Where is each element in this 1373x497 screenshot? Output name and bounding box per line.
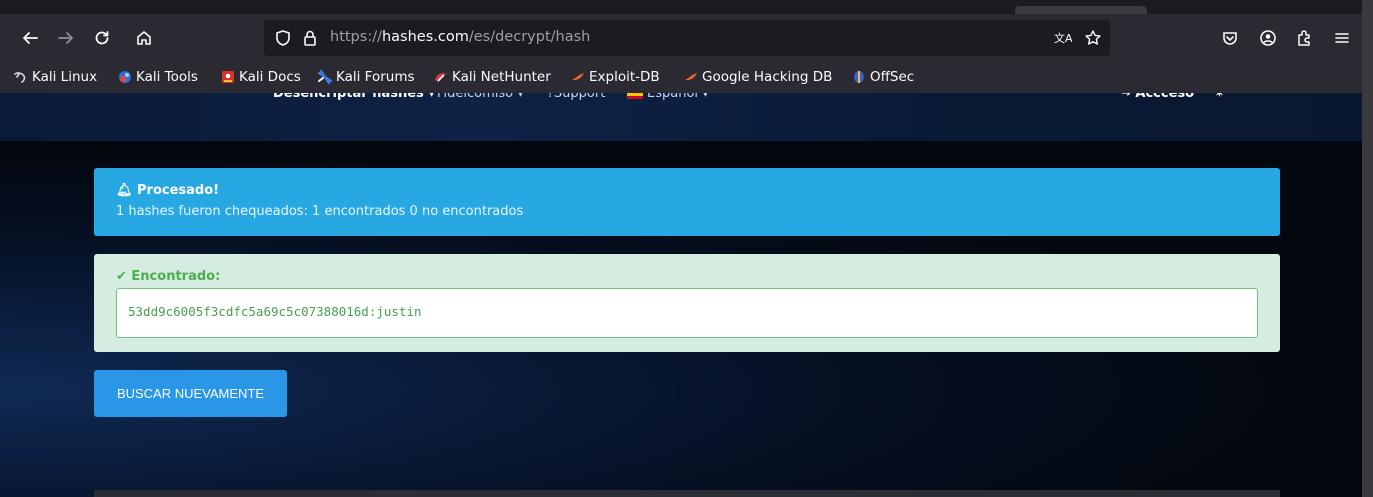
processed-alert-message: 1 hashes fueron chequeados: 1 encontrado… [116,204,524,219]
kali-dragon-icon [14,72,26,83]
nav-support[interactable]: ?Support [547,93,605,101]
url-path: /es/decrypt/hash [468,29,591,45]
exploit-db-icon [572,73,584,81]
bookmark-label: Exploit-DB [589,69,660,85]
translate-icon[interactable]: 文A [1054,29,1072,47]
processed-alert-title: 🔔︎ Procesado! [116,183,219,198]
bookmark-kali-linux[interactable]: Kali Linux [14,67,97,87]
site-navbar: Desencriptar hashes ▾ Fideicomiso ▾ ?Sup… [0,93,1362,141]
bookmark-label: Kali Forums [336,69,415,85]
browser-window: https://hashes.com/es/decrypt/hash 文A Ka… [0,0,1362,497]
bookmarks-toolbar: Kali Linux Kali Tools Kali Docs Kali For… [0,62,1362,93]
bookmark-label: Kali Tools [136,69,198,85]
kali-docs-icon [222,71,234,83]
url-host: hashes.com [381,29,469,45]
menu-button[interactable] [1328,24,1356,52]
lock-icon[interactable] [301,29,319,47]
processed-title-text: Procesado! [137,183,220,198]
pocket-button[interactable] [1216,24,1244,52]
account-icon [1260,30,1276,46]
window-border [1362,0,1373,497]
found-title-text: Encontrado: [131,269,221,284]
url-text[interactable]: https://hashes.com/es/decrypt/hash [330,29,590,45]
bookmark-kali-forums[interactable]: Kali Forums [318,67,415,87]
bookmark-exploit-db[interactable]: Exploit-DB [571,67,660,87]
reload-button[interactable] [88,24,116,52]
url-scheme: https:// [330,29,382,45]
checkmark-icon: ✔ [116,269,132,284]
shield-icon[interactable] [274,29,292,47]
svg-text:文A: 文A [1054,31,1072,45]
nav-toolbar: https://hashes.com/es/decrypt/hash 文A [0,14,1362,62]
reload-icon [95,31,109,45]
bookmark-google-hacking-db[interactable]: Google Hacking DB [684,67,832,87]
nav-login[interactable]: ↪ Accceso [1120,93,1194,101]
theme-toggle-icon[interactable]: ✷ [1214,93,1225,101]
kali-forums-icon [318,70,332,84]
nav-language[interactable]: Español ▾ [627,93,709,101]
language-label: Español ▾ [647,93,709,101]
found-alert-title: ✔ Encontrado: [116,269,220,284]
extensions-button[interactable] [1290,24,1318,52]
ghdb-icon [685,73,697,81]
bookmark-label: Kali Linux [32,69,98,85]
back-arrow-icon [23,32,38,44]
nethunter-icon [435,73,447,82]
page-content: Desencriptar hashes ▾ Fideicomiso ▾ ?Sup… [0,93,1362,497]
bookmark-star-icon[interactable] [1084,29,1102,47]
spain-flag-icon [627,93,643,99]
processed-alert: 🔔︎ Procesado! 1 hashes fueron chequeados… [94,168,1280,236]
tab-strip [0,0,1362,14]
forward-arrow-icon [58,32,73,44]
bookmark-kali-nethunter[interactable]: Kali NetHunter [434,67,551,87]
result-textarea[interactable]: 53dd9c6005f3cdfc5a69c5c07388016d:justin [116,288,1258,338]
url-bar[interactable]: https://hashes.com/es/decrypt/hash 文A [264,20,1110,56]
bookmark-label: Google Hacking DB [702,69,833,85]
found-alert: ✔ Encontrado: 53dd9c6005f3cdfc5a69c5c073… [94,254,1280,352]
home-button[interactable] [130,24,158,52]
bookmark-kali-tools[interactable]: Kali Tools [118,67,198,87]
offsec-icon [854,71,864,83]
hamburger-menu-icon [1335,33,1349,43]
bookmark-kali-docs[interactable]: Kali Docs [221,67,301,87]
bottom-panel-edge [94,490,1280,497]
nav-escrow[interactable]: Fideicomiso ▾ [437,93,524,101]
bookmark-label: Kali NetHunter [452,69,551,85]
bookmark-label: Kali Docs [239,69,301,85]
result-hash-text[interactable]: 53dd9c6005f3cdfc5a69c5c07388016d:justin [128,304,422,319]
kali-tools-icon [119,71,131,83]
tab-stub[interactable] [1015,6,1147,14]
back-button[interactable] [16,24,44,52]
account-button[interactable] [1254,24,1282,52]
bell-icon: 🔔︎ [116,183,138,198]
pocket-icon [1223,32,1237,45]
puzzle-icon [1298,30,1310,46]
bookmark-offsec[interactable]: OffSec [852,67,914,87]
nav-decrypt-hashes[interactable]: Desencriptar hashes ▾ [273,93,435,101]
bookmark-label: OffSec [870,69,915,85]
search-again-button[interactable]: BUSCAR NUEVAMENTE [94,370,287,417]
home-icon [137,31,151,45]
forward-button[interactable] [52,24,80,52]
